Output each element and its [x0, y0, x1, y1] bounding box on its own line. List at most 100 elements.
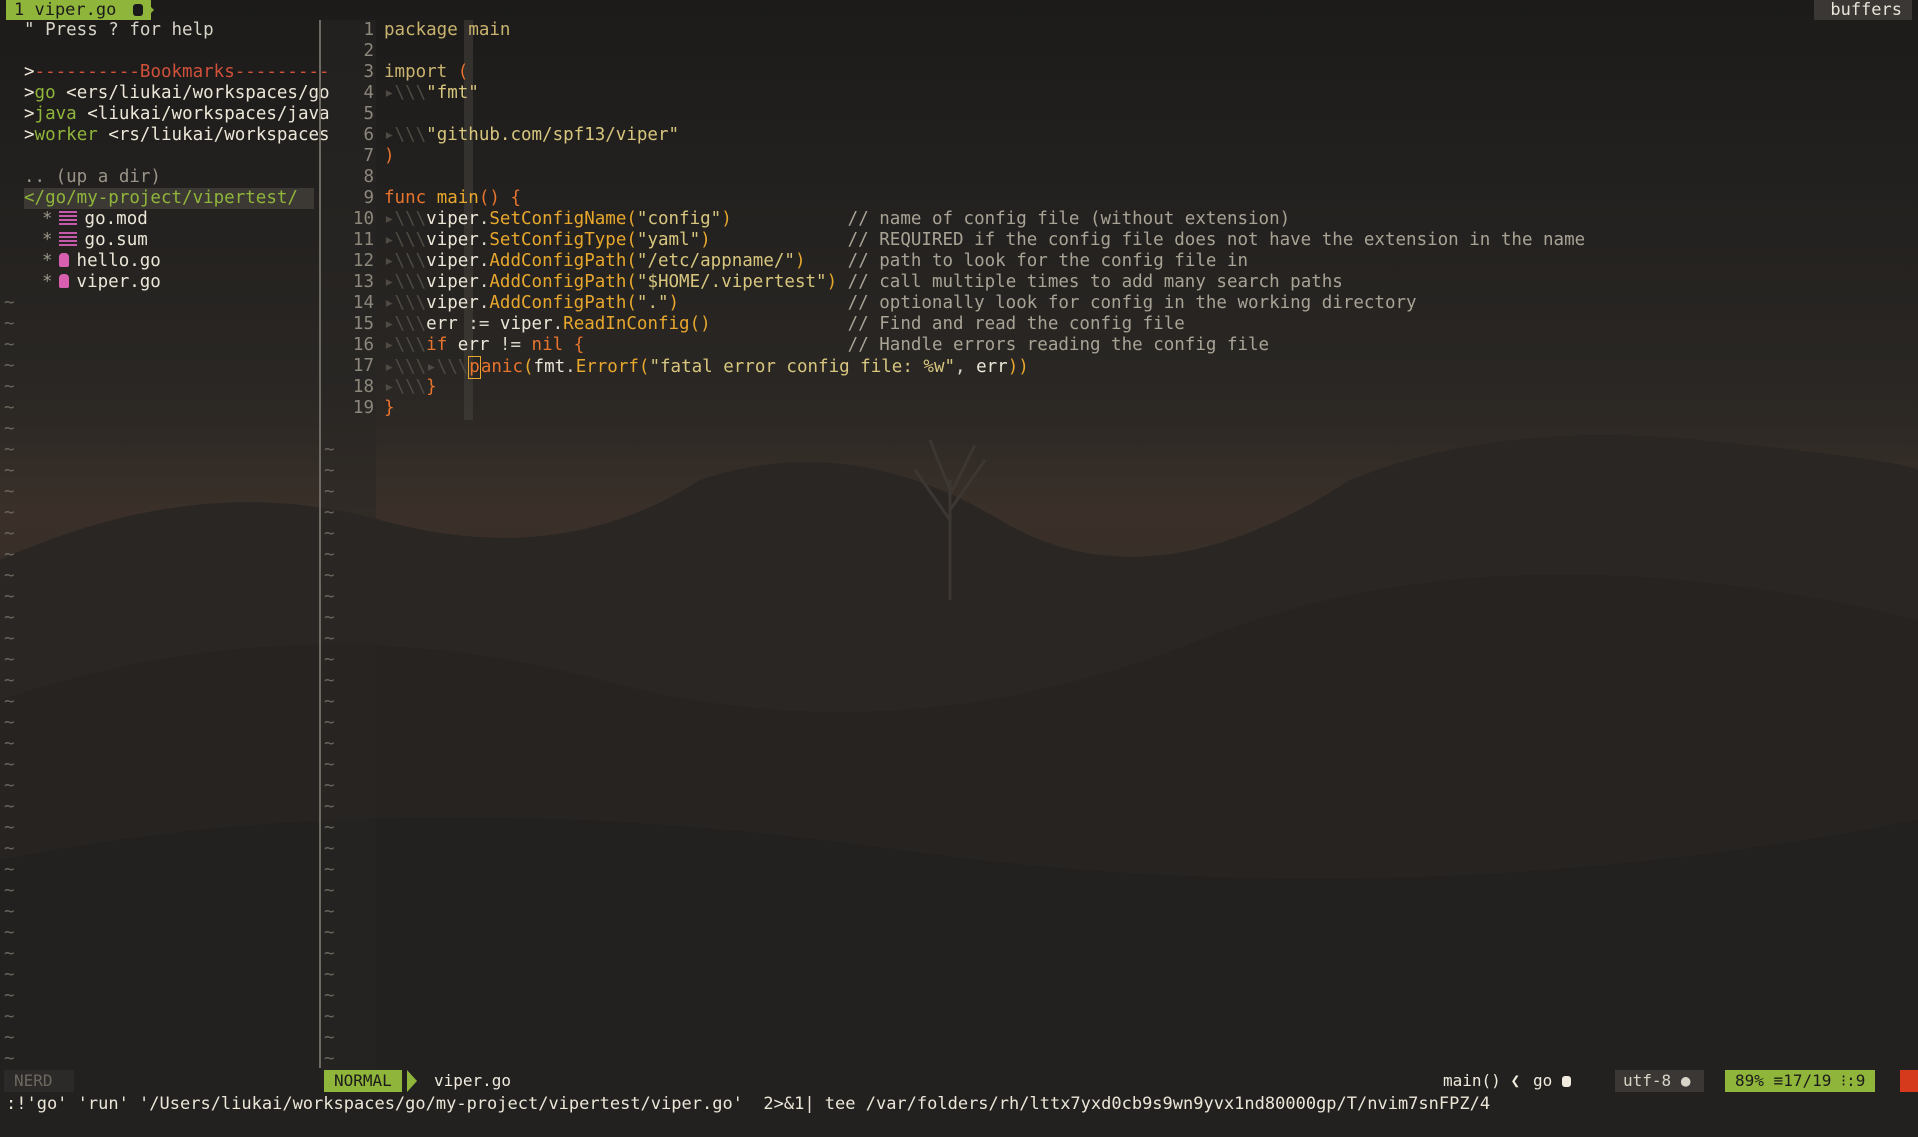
empty-line-marker: ~ [4, 734, 15, 754]
empty-line-marker: ~ [324, 734, 335, 754]
empty-line-marker: ~ [4, 776, 15, 796]
line-number: 12 [352, 251, 374, 271]
text-file-icon [58, 232, 77, 246]
apple-icon: ● [1680, 1071, 1691, 1090]
empty-line-marker: ~ [4, 398, 15, 418]
status-warning-segment [1900, 1070, 1918, 1092]
empty-line-marker: ~ [324, 440, 335, 460]
code-line: ▸\\\if err != nil { // Handle errors rea… [384, 335, 1270, 355]
empty-line-marker: ~ [4, 1028, 15, 1048]
code-line: ▸\\\"github.com/spf13/viper" [384, 125, 680, 145]
empty-line-marker: ~ [324, 1007, 335, 1027]
empty-line-marker: ~ [324, 587, 335, 607]
empty-line-marker: ~ [324, 461, 335, 481]
empty-line-marker: ~ [324, 923, 335, 943]
bookmark-worker[interactable]: >worker <rs/liukai/workspaces [24, 125, 330, 146]
empty-line-marker: ~ [4, 314, 15, 334]
empty-line-marker: ~ [324, 902, 335, 922]
empty-line-marker: ~ [324, 755, 335, 775]
empty-line-marker: ~ [4, 1007, 15, 1027]
empty-line-marker: ~ [324, 545, 335, 565]
empty-line-marker: ~ [4, 503, 15, 523]
bookmark-go[interactable]: >go <ers/liukai/workspaces/go [24, 83, 330, 104]
buffers-indicator[interactable]: buffers [1814, 0, 1912, 20]
empty-line-marker: ~ [4, 608, 15, 628]
tree-file-viper-go[interactable]: * viper.go [42, 272, 161, 293]
empty-line-marker: ~ [4, 377, 15, 397]
code-line: ▸\\\err := viper.ReadInConfig() // Find … [384, 314, 1185, 334]
empty-line-marker: ~ [324, 1049, 335, 1069]
empty-line-marker: ~ [4, 440, 15, 460]
empty-line-marker: ~ [324, 629, 335, 649]
tab-label: 1 viper.go [14, 0, 117, 20]
gopher-icon [132, 4, 143, 16]
empty-line-marker: ~ [4, 566, 15, 586]
empty-line-marker: ~ [324, 692, 335, 712]
line-number: 2 [363, 41, 374, 61]
line-number: 19 [352, 398, 374, 418]
empty-line-marker: ~ [4, 419, 15, 439]
code-line: ▸\\\viper.SetConfigType("yaml") // REQUI… [384, 230, 1586, 250]
tab-viper-go[interactable]: 1 viper.go [6, 0, 151, 20]
code-line: ▸\\\viper.AddConfigPath("$HOME/.vipertes… [384, 272, 1343, 292]
empty-line-marker: ~ [324, 524, 335, 544]
code-line: ▸\\\} [384, 377, 437, 397]
empty-line-marker: ~ [324, 965, 335, 985]
empty-line-marker: ~ [324, 839, 335, 859]
bookmark-java[interactable]: >java <liukai/workspaces/java [24, 104, 330, 125]
line-number: 15 [352, 314, 374, 334]
empty-line-marker: ~ [324, 503, 335, 523]
line-number: 16 [352, 335, 374, 355]
line-number: 10 [352, 209, 374, 229]
code-line: } [384, 398, 395, 418]
empty-line-marker: ~ [4, 671, 15, 691]
empty-line-marker: ~ [324, 713, 335, 733]
empty-line-marker: ~ [4, 860, 15, 880]
empty-line-marker: ~ [4, 356, 15, 376]
empty-line-marker: ~ [4, 587, 15, 607]
status-filetype: go [1533, 1070, 1571, 1092]
tree-file-go-sum[interactable]: * go.sum [42, 230, 148, 251]
line-number: 4 [363, 83, 374, 103]
code-line: import ( [384, 62, 469, 82]
empty-line-marker: ~ [324, 776, 335, 796]
gopher-icon [1561, 1076, 1571, 1087]
code-line: ▸\\\viper.AddConfigPath(".") // optional… [384, 293, 1417, 313]
code-line: ▸\\\"fmt" [384, 83, 479, 103]
command-line[interactable]: :!'go' 'run' '/Users/liukai/workspaces/g… [6, 1093, 1490, 1115]
empty-line-marker: ~ [4, 797, 15, 817]
empty-line-marker: ~ [324, 797, 335, 817]
empty-line-marker: ~ [324, 818, 335, 838]
empty-line-marker: ~ [4, 881, 15, 901]
text-cursor: p [468, 356, 481, 379]
tab-separator [144, 0, 154, 20]
code-line: ▸\\\▸\\\panic(fmt.Errorf("fatal error co… [384, 356, 1029, 379]
code-editor[interactable]: 1 package main 2 3 import ( 4 ▸\\\"fmt" … [321, 20, 1911, 1070]
empty-line-marker: ~ [324, 860, 335, 880]
status-encoding: utf-8 ● [1615, 1070, 1705, 1092]
line-number: 11 [352, 230, 374, 250]
empty-line-marker: ~ [4, 839, 15, 859]
line-number: 3 [363, 62, 374, 82]
gopher-icon [58, 274, 69, 288]
empty-line-marker: ~ [324, 944, 335, 964]
tree-file-hello-go[interactable]: * hello.go [42, 251, 161, 272]
line-number: 13 [352, 272, 374, 292]
bookmarks-header: >----------Bookmarks--------- [24, 62, 330, 82]
empty-line-marker: ~ [4, 482, 15, 502]
nerdtree-status: NERD [4, 1070, 74, 1092]
code-line: func main() { [384, 188, 522, 208]
code-line: ) [384, 146, 395, 166]
up-a-dir[interactable]: .. (up a dir) [24, 167, 161, 188]
current-directory[interactable]: </go/my-project/vipertest/ [24, 188, 314, 209]
nerdtree-panel: " Press ? for help >----------Bookmarks-… [0, 20, 330, 1070]
line-number: 8 [363, 167, 374, 187]
empty-line-marker: ~ [4, 986, 15, 1006]
tree-file-go-mod[interactable]: * go.mod [42, 209, 148, 230]
empty-line-marker: ~ [4, 818, 15, 838]
empty-line-marker: ~ [4, 293, 15, 313]
empty-line-marker: ~ [4, 692, 15, 712]
empty-line-marker: ~ [324, 986, 335, 1006]
empty-line-marker: ~ [4, 944, 15, 964]
status-position: 89% ≡17/19 ⁝:9 [1725, 1070, 1876, 1092]
